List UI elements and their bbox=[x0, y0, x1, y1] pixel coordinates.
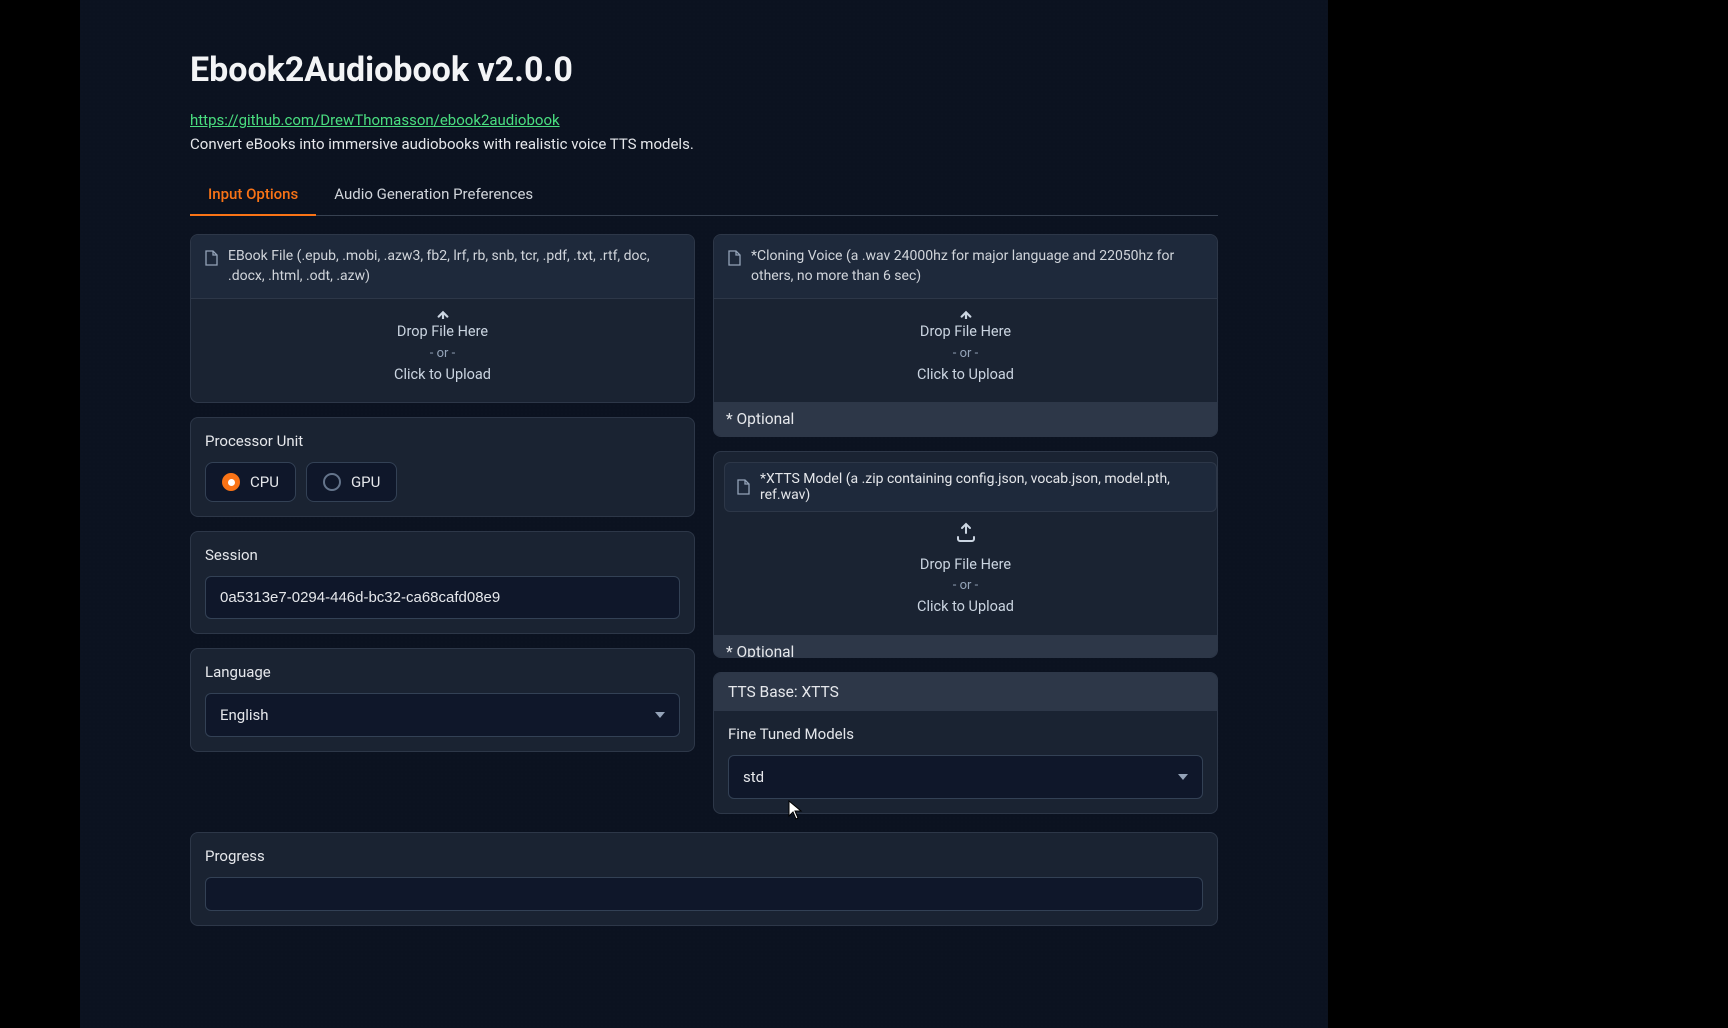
language-panel: Language English bbox=[190, 648, 695, 752]
upload-icon bbox=[191, 309, 694, 319]
file-icon bbox=[205, 250, 218, 270]
voice-upload-label: *Cloning Voice (a .wav 24000hz for major… bbox=[751, 247, 1203, 286]
tab-audio-prefs[interactable]: Audio Generation Preferences bbox=[316, 175, 551, 215]
xtts-upload-label: *XTTS Model (a .zip containing config.js… bbox=[760, 471, 1204, 503]
language-select[interactable]: English bbox=[205, 693, 680, 737]
progress-panel: Progress bbox=[190, 832, 1218, 926]
language-selected-value: English bbox=[220, 706, 269, 724]
upload-icon bbox=[714, 520, 1217, 551]
file-icon bbox=[737, 479, 750, 499]
xtts-upload-panel: *XTTS Model (a .zip containing config.js… bbox=[713, 451, 1218, 658]
tts-base-label: TTS Base: XTTS bbox=[714, 673, 1217, 711]
voice-optional-label: * Optional bbox=[714, 402, 1217, 436]
xtts-dropzone[interactable]: Drop File Here - or - Click to Upload bbox=[714, 516, 1217, 635]
tab-input-options[interactable]: Input Options bbox=[190, 175, 316, 215]
radio-gpu-label: GPU bbox=[351, 473, 380, 491]
or-text: - or - bbox=[191, 344, 694, 364]
ebook-upload-label: EBook File (.epub, .mobi, .azw3, fb2, lr… bbox=[228, 247, 680, 286]
repo-link[interactable]: https://github.com/DrewThomasson/ebook2a… bbox=[190, 111, 560, 129]
session-title: Session bbox=[205, 546, 680, 564]
click-upload-text: Click to Upload bbox=[191, 364, 694, 386]
page-title: Ebook2Audiobook v2.0.0 bbox=[190, 0, 1218, 90]
fine-tuned-selected-value: std bbox=[743, 768, 764, 786]
radio-cpu[interactable]: CPU bbox=[205, 462, 296, 502]
radio-dot-icon bbox=[323, 473, 341, 491]
voice-upload-header: *Cloning Voice (a .wav 24000hz for major… bbox=[714, 235, 1217, 299]
radio-dot-checked-icon bbox=[222, 473, 240, 491]
upload-icon bbox=[714, 309, 1217, 319]
caret-down-icon bbox=[1178, 774, 1188, 780]
tts-panel: TTS Base: XTTS Fine Tuned Models std bbox=[713, 672, 1218, 814]
language-title: Language bbox=[205, 663, 680, 681]
ebook-upload-panel: EBook File (.epub, .mobi, .azw3, fb2, lr… bbox=[190, 234, 695, 403]
click-upload-text: Click to Upload bbox=[714, 596, 1217, 618]
file-icon bbox=[728, 250, 741, 270]
click-upload-text: Click to Upload bbox=[714, 364, 1217, 386]
drop-here-text: Drop File Here bbox=[714, 321, 1217, 343]
progress-bar bbox=[205, 877, 1203, 911]
radio-gpu[interactable]: GPU bbox=[306, 462, 397, 502]
fine-tuned-select[interactable]: std bbox=[728, 755, 1203, 799]
processor-panel: Processor Unit CPU GPU bbox=[190, 417, 695, 517]
fine-tuned-label: Fine Tuned Models bbox=[728, 725, 1203, 743]
caret-down-icon bbox=[655, 712, 665, 718]
radio-cpu-label: CPU bbox=[250, 473, 279, 491]
or-text: - or - bbox=[714, 576, 1217, 596]
ebook-dropzone[interactable]: Drop File Here - or - Click to Upload bbox=[191, 299, 694, 402]
description-text: Convert eBooks into immersive audiobooks… bbox=[190, 135, 1218, 153]
tabs-bar: Input Options Audio Generation Preferenc… bbox=[190, 175, 1218, 216]
drop-here-text: Drop File Here bbox=[191, 321, 694, 343]
ebook-upload-header: EBook File (.epub, .mobi, .azw3, fb2, lr… bbox=[191, 235, 694, 299]
drop-here-text: Drop File Here bbox=[714, 554, 1217, 576]
or-text: - or - bbox=[714, 344, 1217, 364]
processor-title: Processor Unit bbox=[205, 432, 680, 450]
voice-upload-panel: *Cloning Voice (a .wav 24000hz for major… bbox=[713, 234, 1218, 437]
xtts-upload-header: *XTTS Model (a .zip containing config.js… bbox=[724, 462, 1217, 512]
voice-dropzone[interactable]: Drop File Here - or - Click to Upload bbox=[714, 299, 1217, 402]
progress-title: Progress bbox=[205, 847, 1203, 865]
session-input[interactable] bbox=[205, 576, 680, 619]
xtts-optional-label: * Optional bbox=[714, 635, 1217, 657]
session-panel: Session bbox=[190, 531, 695, 634]
